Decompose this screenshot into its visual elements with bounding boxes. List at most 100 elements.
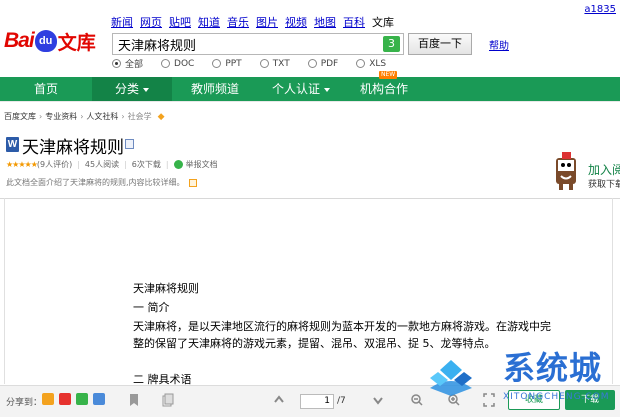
share-icons [42, 393, 110, 405]
join-promo-subtitle: 获取下载 [588, 180, 620, 190]
baidu-wenku-page: Bai du 文库 新闻 网页 贴吧 知道 音乐 图片 视频 地图 百科 文库 … [0, 0, 620, 417]
wechat-share-icon[interactable] [76, 393, 88, 405]
zoom-out-icon[interactable] [411, 393, 423, 407]
search-button[interactable]: 百度一下 [408, 33, 472, 55]
radio-icon[interactable] [307, 59, 317, 68]
more-share-icon[interactable] [93, 393, 105, 405]
doc-info-icon[interactable] [125, 139, 134, 149]
rating-count[interactable]: (9人评价) [37, 159, 72, 170]
nav-teacher-channel[interactable]: 教师频道 [172, 77, 258, 101]
join-promo-title[interactable]: 加入阅 [588, 161, 620, 178]
copy-icon[interactable] [162, 393, 174, 407]
content-section-1: 一 简介 [133, 301, 170, 314]
nav-link-music[interactable]: 音乐 [227, 14, 249, 30]
filter-xls[interactable]: XLS [356, 57, 386, 70]
filter-ppt[interactable]: PPT [212, 57, 242, 70]
content-para-line: 整的保留了天津麻将的游戏元素，提留、混吊、双混吊、捉 5、龙等特点。 [133, 337, 496, 350]
nav-link-images[interactable]: 图片 [256, 14, 278, 30]
breadcrumb: 百度文库 › 专业资料 › 人文社科 › 社会学 ◆ [4, 111, 165, 122]
help-link[interactable]: 帮助 [489, 37, 509, 52]
filter-label: PDF [320, 58, 339, 69]
expand-icon[interactable] [188, 178, 197, 187]
nav-org-coop[interactable]: 机构合作 [344, 77, 424, 101]
weibo-share-icon[interactable] [59, 393, 71, 405]
chevron-right-icon: › [121, 112, 125, 121]
watermark-logo-icon [430, 360, 472, 396]
filter-pdf[interactable]: PDF [307, 57, 339, 70]
meta-separator: | [165, 160, 169, 169]
filter-doc[interactable]: DOC [161, 57, 194, 70]
nav-link-video[interactable]: 视频 [285, 14, 307, 30]
breadcrumb-item[interactable]: 人文社科 [86, 111, 118, 122]
nav-teacher-label: 教师频道 [190, 82, 239, 96]
logo-text-bai: Bai [4, 29, 35, 52]
filter-label: XLS [369, 58, 387, 69]
qzone-share-icon[interactable] [42, 393, 54, 405]
nav-personal-cert[interactable]: 个人认证 [258, 77, 344, 101]
viewer-border [4, 198, 5, 384]
read-count: 45人阅读 [84, 160, 120, 169]
shield-icon [173, 160, 183, 169]
fullscreen-icon[interactable] [483, 393, 495, 407]
chevron-right-icon: › [80, 112, 84, 121]
radio-icon[interactable] [259, 59, 269, 68]
summary-text: 此文档全面介绍了天津麻将的规则,内容比较详细。 [6, 178, 185, 187]
breadcrumb-item[interactable]: 社会学 [128, 111, 152, 122]
watermark-url: XITONGCHENG.COM [503, 392, 610, 402]
nav-link-tieba[interactable]: 贴吧 [169, 14, 191, 30]
report-link[interactable]: 举报文档 [186, 159, 218, 170]
logo-text-wenku: 文库 [57, 31, 96, 54]
nav-link-zhidao[interactable]: 知道 [198, 14, 220, 30]
nav-link-news[interactable]: 新闻 [111, 14, 133, 30]
nav-home-label: 首页 [33, 82, 58, 96]
nav-link-baike[interactable]: 百科 [343, 14, 365, 30]
nav-link-map[interactable]: 地图 [314, 14, 336, 30]
nav-personal-label: 个人认证 [271, 82, 320, 96]
doc-meta: ★★★★★ (9人评价) | 45人阅读 | 6次下载 | 举报文档 [6, 159, 218, 170]
file-type-filters: 全部 DOC PPT TXT PDF XLS [112, 57, 404, 70]
top-nav-links: 新闻 网页 贴吧 知道 音乐 图片 视频 地图 百科 文库 [111, 14, 401, 30]
watermark-text: 系统城 [503, 349, 603, 387]
nav-link-web[interactable]: 网页 [140, 14, 162, 30]
radio-icon[interactable] [161, 59, 171, 68]
rating-stars-icon: ★★★★★ [6, 160, 38, 169]
prev-page-icon[interactable] [273, 393, 285, 407]
page-number-input[interactable]: 1 [300, 394, 334, 409]
content-heading: 天津麻将规则 [133, 282, 199, 295]
filter-all[interactable]: 全部 [112, 57, 143, 70]
nav-category-label: 分类 [114, 82, 139, 96]
breadcrumb-item[interactable]: 百度文库 [4, 111, 36, 122]
radio-icon[interactable] [212, 59, 222, 68]
doc-summary: 此文档全面介绍了天津麻将的规则,内容比较详细。 [6, 177, 197, 188]
nav-category[interactable]: 分类 [92, 77, 172, 101]
nav-current-wenku: 文库 [372, 16, 394, 29]
download-count: 6次下载 [131, 160, 161, 169]
nav-home[interactable]: 首页 [0, 77, 92, 101]
filter-txt[interactable]: TXT [259, 57, 290, 70]
breadcrumb-item[interactable]: 专业资料 [45, 111, 77, 122]
radio-icon[interactable] [112, 59, 121, 68]
search-input[interactable] [113, 34, 373, 54]
meta-separator: | [124, 160, 127, 169]
chevron-down-icon [143, 87, 149, 92]
chevron-down-icon [324, 87, 330, 92]
tag-icon[interactable]: ◆ [158, 112, 165, 122]
filter-label: TXT [272, 58, 290, 69]
nav-org-label: 机构合作 [359, 82, 408, 96]
doc-title: 天津麻将规则 [22, 138, 124, 158]
page-total: /7 [337, 396, 346, 406]
mascot-icon[interactable] [553, 152, 581, 190]
divider [0, 101, 620, 102]
radio-icon[interactable] [356, 59, 366, 68]
next-page-icon[interactable] [372, 393, 384, 407]
word-doc-icon: W [6, 137, 19, 152]
meta-separator: | [77, 160, 80, 169]
baidu-wenku-logo[interactable]: Bai du 文库 [4, 24, 96, 58]
main-nav-bar: 首页 分类 教师频道 个人认证 机构合作 [0, 77, 620, 101]
share-label: 分享到： [6, 398, 43, 408]
new-badge: NEW [379, 71, 398, 79]
account-link[interactable]: a1835 [584, 4, 616, 15]
bookmark-icon[interactable] [128, 393, 140, 407]
filter-label: PPT [225, 58, 242, 69]
result-count-badge: 3 [383, 36, 400, 52]
